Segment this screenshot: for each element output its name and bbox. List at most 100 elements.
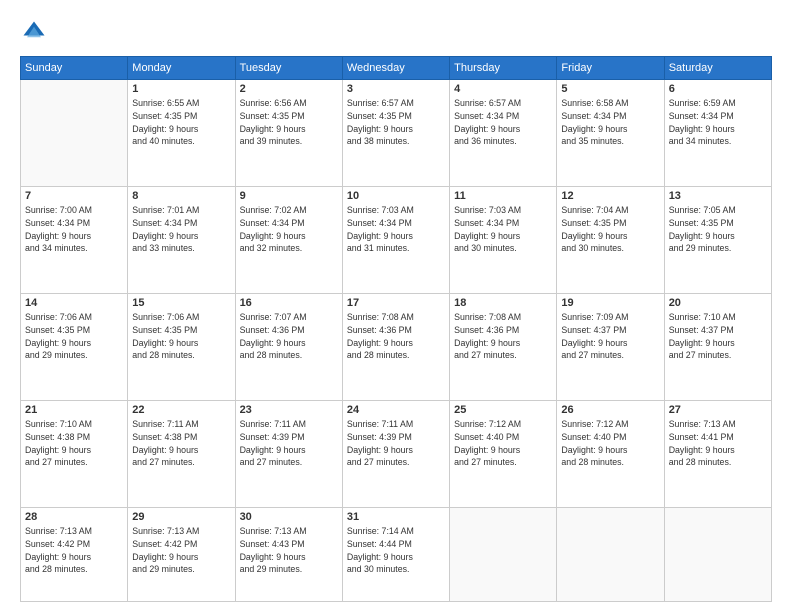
calendar-cell: 22 Sunrise: 7:11 AM Sunset: 4:38 PM Dayli…	[128, 401, 235, 508]
day-info: Sunrise: 7:13 AM Sunset: 4:42 PM Dayligh…	[25, 525, 123, 576]
day-number: 17	[347, 297, 445, 309]
day-number: 16	[240, 297, 338, 309]
day-info: Sunrise: 7:13 AM Sunset: 4:42 PM Dayligh…	[132, 525, 230, 576]
day-number: 23	[240, 404, 338, 416]
day-info: Sunrise: 7:11 AM Sunset: 4:39 PM Dayligh…	[347, 418, 445, 469]
day-number: 4	[454, 83, 552, 95]
day-number: 1	[132, 83, 230, 95]
day-number: 21	[25, 404, 123, 416]
day-number: 3	[347, 83, 445, 95]
calendar-cell: 31 Sunrise: 7:14 AM Sunset: 4:44 PM Dayli…	[342, 508, 449, 602]
calendar-cell: 29 Sunrise: 7:13 AM Sunset: 4:42 PM Dayli…	[128, 508, 235, 602]
calendar-cell: 8 Sunrise: 7:01 AM Sunset: 4:34 PM Daylig…	[128, 187, 235, 294]
day-number: 31	[347, 511, 445, 523]
day-number: 18	[454, 297, 552, 309]
calendar-cell: 11 Sunrise: 7:03 AM Sunset: 4:34 PM Dayli…	[450, 187, 557, 294]
calendar-cell: 21 Sunrise: 7:10 AM Sunset: 4:38 PM Dayli…	[21, 401, 128, 508]
day-info: Sunrise: 7:12 AM Sunset: 4:40 PM Dayligh…	[561, 418, 659, 469]
calendar-cell: 23 Sunrise: 7:11 AM Sunset: 4:39 PM Dayli…	[235, 401, 342, 508]
calendar-cell	[664, 508, 771, 602]
day-info: Sunrise: 7:10 AM Sunset: 4:38 PM Dayligh…	[25, 418, 123, 469]
calendar-cell: 19 Sunrise: 7:09 AM Sunset: 4:37 PM Dayli…	[557, 294, 664, 401]
day-info: Sunrise: 7:00 AM Sunset: 4:34 PM Dayligh…	[25, 204, 123, 255]
day-number: 28	[25, 511, 123, 523]
day-info: Sunrise: 7:01 AM Sunset: 4:34 PM Dayligh…	[132, 204, 230, 255]
day-info: Sunrise: 6:56 AM Sunset: 4:35 PM Dayligh…	[240, 97, 338, 148]
calendar-cell: 20 Sunrise: 7:10 AM Sunset: 4:37 PM Dayli…	[664, 294, 771, 401]
calendar-cell: 10Sunrise: 7:03 AM Sunset: 4:34 PM Dayli…	[342, 187, 449, 294]
col-header-monday: Monday	[128, 57, 235, 80]
col-header-tuesday: Tuesday	[235, 57, 342, 80]
calendar-header-row: SundayMondayTuesdayWednesdayThursdayFrid…	[21, 57, 772, 80]
day-info: Sunrise: 7:06 AM Sunset: 4:35 PM Dayligh…	[25, 311, 123, 362]
calendar-cell	[557, 508, 664, 602]
day-info: Sunrise: 7:11 AM Sunset: 4:39 PM Dayligh…	[240, 418, 338, 469]
day-number: 20	[669, 297, 767, 309]
day-number: 22	[132, 404, 230, 416]
day-info: Sunrise: 7:03 AM Sunset: 4:34 PM Dayligh…	[347, 204, 445, 255]
calendar-cell: 30Sunrise: 7:13 AM Sunset: 4:43 PM Dayli…	[235, 508, 342, 602]
day-number: 14	[25, 297, 123, 309]
page: SundayMondayTuesdayWednesdayThursdayFrid…	[0, 0, 792, 612]
week-row-2: 14 Sunrise: 7:06 AM Sunset: 4:35 PM Dayli…	[21, 294, 772, 401]
calendar-table: SundayMondayTuesdayWednesdayThursdayFrid…	[20, 56, 772, 602]
logo-icon	[20, 18, 48, 46]
calendar-cell: 6 Sunrise: 6:59 AM Sunset: 4:34 PM Daylig…	[664, 80, 771, 187]
col-header-wednesday: Wednesday	[342, 57, 449, 80]
day-number: 6	[669, 83, 767, 95]
day-info: Sunrise: 6:58 AM Sunset: 4:34 PM Dayligh…	[561, 97, 659, 148]
calendar-cell: 15 Sunrise: 7:06 AM Sunset: 4:35 PM Dayli…	[128, 294, 235, 401]
calendar-cell: 1Sunrise: 6:55 AM Sunset: 4:35 PM Daylig…	[128, 80, 235, 187]
day-number: 11	[454, 190, 552, 202]
day-number: 2	[240, 83, 338, 95]
header	[20, 18, 772, 46]
day-number: 26	[561, 404, 659, 416]
calendar-cell: 7 Sunrise: 7:00 AM Sunset: 4:34 PM Daylig…	[21, 187, 128, 294]
col-header-thursday: Thursday	[450, 57, 557, 80]
calendar-cell: 14 Sunrise: 7:06 AM Sunset: 4:35 PM Dayli…	[21, 294, 128, 401]
calendar-cell: 18 Sunrise: 7:08 AM Sunset: 4:36 PM Dayli…	[450, 294, 557, 401]
calendar-cell: 24 Sunrise: 7:11 AM Sunset: 4:39 PM Dayli…	[342, 401, 449, 508]
calendar-cell	[21, 80, 128, 187]
day-number: 29	[132, 511, 230, 523]
calendar-cell	[450, 508, 557, 602]
day-info: Sunrise: 7:13 AM Sunset: 4:41 PM Dayligh…	[669, 418, 767, 469]
day-number: 7	[25, 190, 123, 202]
day-number: 19	[561, 297, 659, 309]
day-number: 5	[561, 83, 659, 95]
calendar-cell: 26 Sunrise: 7:12 AM Sunset: 4:40 PM Dayli…	[557, 401, 664, 508]
day-info: Sunrise: 7:14 AM Sunset: 4:44 PM Dayligh…	[347, 525, 445, 576]
week-row-1: 7 Sunrise: 7:00 AM Sunset: 4:34 PM Daylig…	[21, 187, 772, 294]
day-info: Sunrise: 7:07 AM Sunset: 4:36 PM Dayligh…	[240, 311, 338, 362]
col-header-friday: Friday	[557, 57, 664, 80]
calendar-cell: 17Sunrise: 7:08 AM Sunset: 4:36 PM Dayli…	[342, 294, 449, 401]
day-info: Sunrise: 7:10 AM Sunset: 4:37 PM Dayligh…	[669, 311, 767, 362]
day-info: Sunrise: 7:04 AM Sunset: 4:35 PM Dayligh…	[561, 204, 659, 255]
day-info: Sunrise: 7:11 AM Sunset: 4:38 PM Dayligh…	[132, 418, 230, 469]
calendar-cell: 25 Sunrise: 7:12 AM Sunset: 4:40 PM Dayli…	[450, 401, 557, 508]
day-number: 25	[454, 404, 552, 416]
week-row-3: 21 Sunrise: 7:10 AM Sunset: 4:38 PM Dayli…	[21, 401, 772, 508]
day-info: Sunrise: 6:59 AM Sunset: 4:34 PM Dayligh…	[669, 97, 767, 148]
day-info: Sunrise: 7:05 AM Sunset: 4:35 PM Dayligh…	[669, 204, 767, 255]
day-info: Sunrise: 6:57 AM Sunset: 4:35 PM Dayligh…	[347, 97, 445, 148]
day-info: Sunrise: 7:09 AM Sunset: 4:37 PM Dayligh…	[561, 311, 659, 362]
col-header-sunday: Sunday	[21, 57, 128, 80]
week-row-4: 28 Sunrise: 7:13 AM Sunset: 4:42 PM Dayli…	[21, 508, 772, 602]
day-number: 8	[132, 190, 230, 202]
calendar-cell: 3 Sunrise: 6:57 AM Sunset: 4:35 PM Daylig…	[342, 80, 449, 187]
day-info: Sunrise: 7:03 AM Sunset: 4:34 PM Dayligh…	[454, 204, 552, 255]
day-info: Sunrise: 7:06 AM Sunset: 4:35 PM Dayligh…	[132, 311, 230, 362]
day-number: 15	[132, 297, 230, 309]
calendar-cell: 27Sunrise: 7:13 AM Sunset: 4:41 PM Dayli…	[664, 401, 771, 508]
day-info: Sunrise: 7:08 AM Sunset: 4:36 PM Dayligh…	[454, 311, 552, 362]
day-number: 24	[347, 404, 445, 416]
day-number: 30	[240, 511, 338, 523]
calendar-cell: 28 Sunrise: 7:13 AM Sunset: 4:42 PM Dayli…	[21, 508, 128, 602]
week-row-0: 1Sunrise: 6:55 AM Sunset: 4:35 PM Daylig…	[21, 80, 772, 187]
day-info: Sunrise: 7:12 AM Sunset: 4:40 PM Dayligh…	[454, 418, 552, 469]
calendar-cell: 16 Sunrise: 7:07 AM Sunset: 4:36 PM Dayli…	[235, 294, 342, 401]
calendar-cell: 4Sunrise: 6:57 AM Sunset: 4:34 PM Daylig…	[450, 80, 557, 187]
calendar-cell: 9Sunrise: 7:02 AM Sunset: 4:34 PM Daylig…	[235, 187, 342, 294]
day-number: 13	[669, 190, 767, 202]
